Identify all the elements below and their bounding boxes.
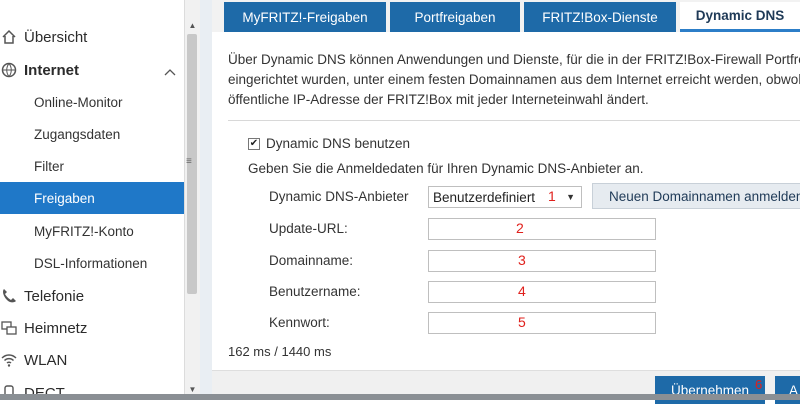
sidebar-item-label: Heimnetz <box>24 319 88 337</box>
sidebar-item-dsl-informationen[interactable]: DSL-Informationen <box>0 247 184 279</box>
domain-input[interactable] <box>428 250 656 272</box>
sidebar-item-uebersicht[interactable]: Übersicht <box>0 21 184 53</box>
sidebar-item-label: Freigaben <box>34 190 95 206</box>
tab-portfreigaben[interactable]: Portfreigaben <box>390 2 520 32</box>
sidebar-item-label: Übersicht <box>24 28 88 46</box>
domain-label: Domainname: <box>269 253 354 268</box>
phone-icon <box>0 287 18 305</box>
sidebar-item-label: Online-Monitor <box>34 94 123 110</box>
provider-select[interactable]: Benutzerdefiniert ▼ <box>428 186 582 208</box>
sidebar-item-online-monitor[interactable]: Online-Monitor <box>0 86 184 118</box>
password-label: Kennwort: <box>269 315 330 330</box>
chevron-up-icon[interactable] <box>164 63 176 80</box>
sidebar-item-zugangsdaten[interactable]: Zugangsdaten <box>0 118 184 150</box>
enable-dynamic-dns-row[interactable]: ✔ Dynamic DNS benutzen <box>248 136 410 151</box>
sidebar-item-filter[interactable]: Filter <box>0 150 184 182</box>
panel-divider <box>200 0 212 400</box>
password-input[interactable] <box>428 312 656 334</box>
sidebar-item-wlan[interactable]: WLAN <box>0 344 184 376</box>
network-icon <box>0 319 18 337</box>
sidebar-item-label: Telefonie <box>24 287 85 305</box>
annotation-marker: 3 <box>518 252 526 268</box>
main-content: Über Dynamic DNS können Anwendungen und … <box>212 32 800 370</box>
annotation-marker: 4 <box>518 283 526 299</box>
sidebar-item-internet[interactable]: Internet <box>0 54 184 86</box>
sidebar-item-label: MyFRITZ!-Konto <box>34 223 134 239</box>
sidebar-item-telefonie[interactable]: Telefonie <box>0 280 184 312</box>
update-url-input[interactable] <box>428 218 656 240</box>
enable-dynamic-dns-label: Dynamic DNS benutzen <box>266 136 411 151</box>
window-bottom-edge <box>0 394 800 400</box>
sidebar-item-label: Zugangsdaten <box>34 126 121 142</box>
tab-myfritz-freigaben[interactable]: MyFRITZ!-Freigaben <box>224 2 386 32</box>
register-domain-button[interactable]: Neuen Domainnamen anmelden <box>592 183 800 209</box>
timing-info: 162 ms / 1440 ms <box>228 344 332 359</box>
annotation-marker: 2 <box>516 220 524 236</box>
intro-line: öffentliche IP-Adresse der FRITZ!Box mit… <box>228 92 649 107</box>
username-label: Benutzername: <box>269 284 361 299</box>
username-input[interactable] <box>428 281 656 303</box>
sidebar-item-label: Filter <box>34 158 64 174</box>
update-url-label: Update-URL: <box>269 221 348 236</box>
section-divider <box>228 120 800 121</box>
globe-icon <box>0 61 18 79</box>
sidebar-item-heimnetz[interactable]: Heimnetz <box>0 312 184 344</box>
provider-label: Dynamic DNS-Anbieter <box>269 189 409 204</box>
sidebar-item-label: DSL-Informationen <box>34 255 148 271</box>
sidebar-item-myfritz-konto[interactable]: MyFRITZ!-Konto <box>0 215 184 247</box>
enable-dynamic-dns-checkbox[interactable]: ✔ <box>248 137 260 150</box>
scroll-up-arrow-icon[interactable]: ▲ <box>185 18 200 32</box>
intro-line: eingerichtet wurden, unter einem festen … <box>228 72 800 87</box>
annotation-marker: 6 <box>755 377 763 392</box>
sidebar-item-label: Internet <box>24 61 80 79</box>
annotation-marker: 5 <box>518 314 526 330</box>
sidebar-item-freigaben[interactable]: Freigaben <box>0 182 184 214</box>
intro-text: Über Dynamic DNS können Anwendungen und … <box>228 50 800 110</box>
home-icon <box>0 28 18 46</box>
credentials-hint: Geben Sie die Anmeldedaten für Ihren Dyn… <box>248 161 644 176</box>
sidebar-item-label: WLAN <box>24 351 68 369</box>
sidebar-scrollbar[interactable]: ▲ ▼ <box>184 0 200 400</box>
resize-grip-icon[interactable]: ≡ <box>186 156 192 167</box>
wifi-icon <box>0 351 18 369</box>
tab-bar: MyFRITZ!-Freigaben Portfreigaben FRITZ!B… <box>212 0 800 32</box>
annotation-marker: 1 <box>548 188 556 204</box>
provider-select-value: Benutzerdefiniert <box>433 189 536 205</box>
tab-dynamic-dns[interactable]: Dynamic DNS <box>680 2 800 32</box>
tab-fritzbox-dienste[interactable]: FRITZ!Box-Dienste <box>524 2 676 32</box>
intro-line: Über Dynamic DNS können Anwendungen und … <box>228 52 800 67</box>
sidebar-nav: Übersicht Internet Online-Monitor Zugang… <box>0 0 200 400</box>
dropdown-arrow-icon: ▼ <box>566 192 575 202</box>
